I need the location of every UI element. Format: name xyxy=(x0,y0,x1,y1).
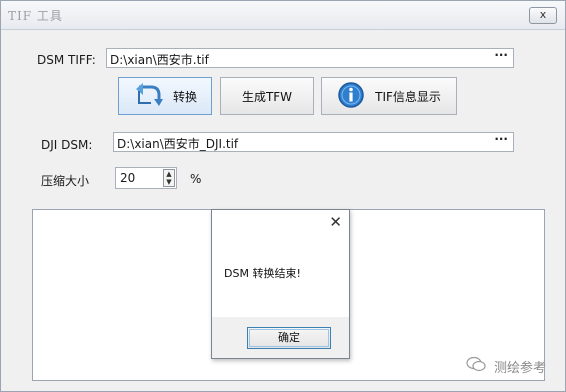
window-close-button[interactable]: x xyxy=(529,7,557,24)
compress-value: 20 xyxy=(120,171,136,185)
tif-info-button[interactable]: TIF信息显示 xyxy=(321,77,457,115)
convert-button[interactable]: 转换 xyxy=(118,77,212,115)
convert-label: 转换 xyxy=(172,89,197,104)
watermark: 测绘参考 xyxy=(466,356,546,376)
tif-tool-window: TIF 工具 x DSM TIFF: D:\xian\西安市.tif ··· 转… xyxy=(0,0,566,392)
compress-unit: % xyxy=(190,172,202,186)
dsm-tiff-value: D:\xian\西安市.tif xyxy=(110,53,209,67)
title-bar: TIF 工具 x xyxy=(1,1,565,30)
dialog-message: DSM 转换结束! xyxy=(224,267,301,280)
message-dialog: ✕ DSM 转换结束! 确定 xyxy=(211,209,350,359)
generate-tfw-button[interactable]: 生成TFW xyxy=(220,77,314,115)
dialog-footer: 确定 xyxy=(212,317,349,358)
dsm-tiff-browse-button[interactable]: ··· xyxy=(494,48,508,62)
compress-label: 压缩大小 xyxy=(41,174,90,188)
window-title: TIF 工具 xyxy=(8,9,63,23)
generate-tfw-label: 生成TFW xyxy=(241,89,293,104)
wechat-icon xyxy=(466,356,486,376)
info-icon xyxy=(337,81,365,112)
dji-dsm-input[interactable]: D:\xian\西安市_DJI.tif ··· xyxy=(113,132,514,152)
dji-dsm-browse-button[interactable]: ··· xyxy=(494,132,508,146)
compress-spinner[interactable]: 20 ▲ ▼ xyxy=(115,167,177,189)
dji-dsm-label: DJI DSM: xyxy=(41,138,93,152)
dialog-close-icon[interactable]: ✕ xyxy=(329,213,342,231)
refresh-arrow-icon xyxy=(133,81,163,112)
dialog-ok-button[interactable]: 确定 xyxy=(247,327,331,349)
tif-info-label: TIF信息显示 xyxy=(375,89,441,104)
watermark-text: 测绘参考 xyxy=(494,360,547,376)
dsm-tiff-input[interactable]: D:\xian\西安市.tif ··· xyxy=(106,48,514,68)
spinner-arrows[interactable]: ▲ ▼ xyxy=(163,169,175,187)
dji-dsm-value: D:\xian\西安市_DJI.tif xyxy=(117,137,239,151)
dsm-tiff-label: DSM TIFF: xyxy=(37,53,96,67)
